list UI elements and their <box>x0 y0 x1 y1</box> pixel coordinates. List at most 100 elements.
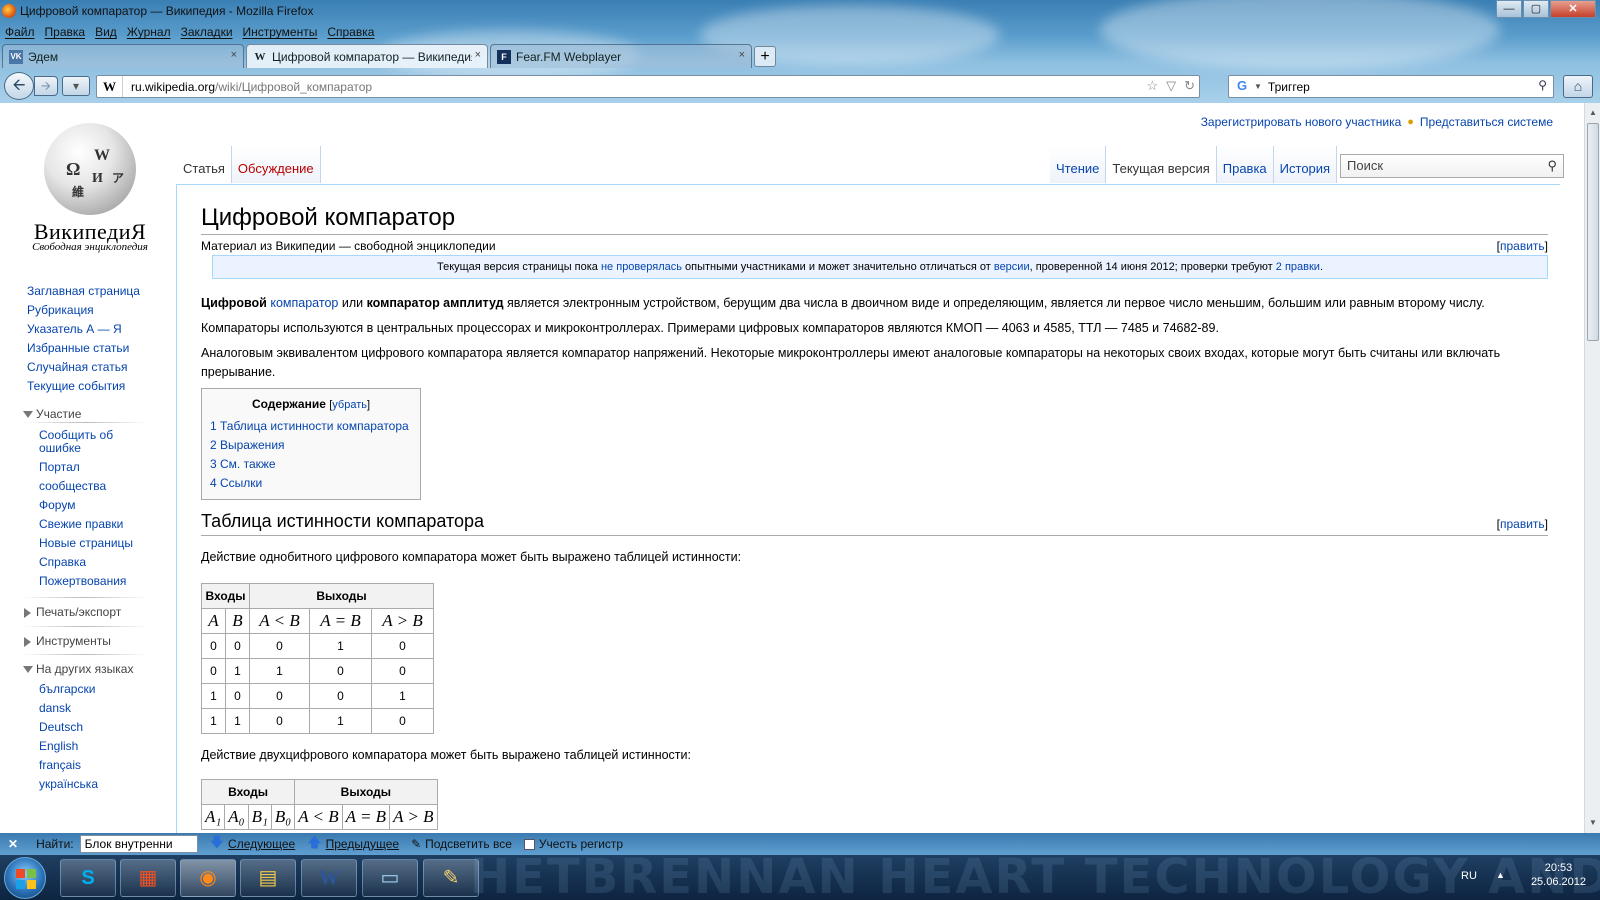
taskbar-windows-live-icon[interactable]: ▦ <box>120 859 176 897</box>
close-window-button[interactable]: ✕ <box>1550 0 1596 18</box>
find-previous-button[interactable]: 🡅 Предыдущее <box>307 832 399 856</box>
site-identity-icon[interactable]: W <box>97 76 123 97</box>
tab-fearfm[interactable]: F Fear.FM Webplayer × <box>490 44 752 68</box>
tab-edit[interactable]: Правка <box>1216 146 1274 183</box>
wikipedia-logo[interactable]: Ω W И 維 ア <box>36 123 140 219</box>
search-icon[interactable]: ⚲ <box>1547 158 1557 174</box>
menu-view[interactable]: Вид <box>90 25 122 39</box>
version-link[interactable]: версии <box>994 261 1030 273</box>
sidebar-item-main-page[interactable]: Заглавная страница <box>27 282 167 301</box>
scroll-down-icon[interactable]: ▼ <box>1585 815 1600 831</box>
sidebar-item-help[interactable]: Справка <box>39 553 149 572</box>
language-indicator[interactable]: RU <box>1461 870 1477 882</box>
highlighter-icon: ✎ <box>411 837 422 851</box>
bookmark-star-icon[interactable]: ☆ <box>1146 78 1158 94</box>
register-link[interactable]: Зарегистрировать нового участника <box>1201 115 1402 129</box>
sidebar-item-report-error[interactable]: Сообщить об ошибке <box>39 426 149 458</box>
highlight-all-button[interactable]: ✎ Подсветить все <box>411 837 512 851</box>
tab-current-version[interactable]: Текущая версия <box>1106 146 1217 183</box>
taskbar-paint-icon[interactable]: ✎ <box>423 859 479 897</box>
toc-item[interactable]: 3 См. также <box>210 455 412 474</box>
system-clock[interactable]: 20:53 25.06.2012 <box>1531 861 1586 889</box>
match-case-checkbox[interactable]: Учесть регистр <box>523 837 623 851</box>
find-input[interactable] <box>79 835 198 853</box>
menu-file[interactable]: Файл <box>0 25 40 39</box>
find-next-button[interactable]: 🡇 Следующее <box>210 832 296 856</box>
home-icon[interactable]: ⌂ <box>1563 75 1593 98</box>
tab-wikipedia[interactable]: W Цифровой компаратор — Википедия × <box>246 44 488 68</box>
start-button[interactable] <box>4 857 46 899</box>
browser-search-input[interactable]: Триггер <box>1268 80 1310 94</box>
toc-toggle-link[interactable]: убрать <box>332 399 367 411</box>
toc-item[interactable]: 2 Выражения <box>210 436 412 455</box>
toc-toggle[interactable]: [убрать] <box>329 399 370 411</box>
comparator-link[interactable]: компаратор <box>270 296 338 310</box>
back-arrow-icon[interactable]: 🡨 <box>4 72 34 100</box>
toc-item[interactable]: 1 Таблица истинности компаратора <box>210 417 412 436</box>
sidebar-lang-da[interactable]: dansk <box>39 699 149 718</box>
taskbar-firefox-icon[interactable]: ◉ <box>180 859 236 897</box>
sidebar-lang-uk[interactable]: українська <box>39 775 149 794</box>
sidebar-item-random[interactable]: Случайная статья <box>27 358 167 377</box>
sidebar-item-index[interactable]: Указатель А — Я <box>27 320 167 339</box>
google-icon[interactable]: G <box>1232 78 1252 96</box>
tray-expand-icon[interactable]: ▲ <box>1496 870 1505 880</box>
menu-help[interactable]: Справка <box>322 25 379 39</box>
sidebar-lang-de[interactable]: Deutsch <box>39 718 149 737</box>
sidebar-item-new-pages[interactable]: Новые страницы <box>39 534 149 553</box>
scrollbar-thumb[interactable] <box>1587 123 1599 341</box>
checkbox-icon[interactable] <box>523 838 535 850</box>
sidebar-item-categories[interactable]: Рубрикация <box>27 301 167 320</box>
url-dropdown-icon[interactable]: ▽ <box>1166 78 1176 94</box>
reload-icon[interactable]: ↻ <box>1184 78 1195 94</box>
sidebar-lang-en[interactable]: English <box>39 737 149 756</box>
scroll-up-icon[interactable]: ▲ <box>1585 105 1600 121</box>
close-tab-icon[interactable]: × <box>475 49 481 61</box>
minimize-button[interactable]: — <box>1496 0 1522 18</box>
engine-dropdown-icon[interactable]: ▼ <box>1254 82 1262 91</box>
vertical-scrollbar[interactable]: ▲ ▼ <box>1584 103 1600 833</box>
portal-heading-print[interactable]: Печать/экспорт <box>21 604 149 620</box>
edit-link[interactable]: править <box>1500 239 1545 253</box>
menu-edit[interactable]: Правка <box>40 25 91 39</box>
history-dropdown-icon[interactable]: ▾ <box>62 76 90 96</box>
tab-discussion[interactable]: Обсуждение <box>231 146 321 183</box>
portal-heading-languages[interactable]: На других языках <box>21 661 149 677</box>
tab-read[interactable]: Чтение <box>1050 146 1107 183</box>
sidebar-item-community-portal[interactable]: Портал сообщества <box>39 458 149 496</box>
sidebar-item-donate[interactable]: Пожертвования <box>39 572 149 591</box>
menu-bookmarks[interactable]: Закладки <box>176 25 238 39</box>
portal-heading-tools[interactable]: Инструменты <box>21 633 149 649</box>
taskbar-image-viewer-icon[interactable]: ▭ <box>362 859 418 897</box>
taskbar-word-icon[interactable]: W <box>301 859 357 897</box>
sidebar-item-forum[interactable]: Форум <box>39 496 149 515</box>
forward-arrow-icon[interactable]: 🡪 <box>34 76 58 96</box>
close-tab-icon[interactable]: × <box>231 49 237 61</box>
login-link[interactable]: Представиться системе <box>1420 115 1553 129</box>
tab-edem[interactable]: VK Эдем × <box>2 44 244 68</box>
toc-item[interactable]: 4 Ссылки <box>210 474 412 493</box>
search-icon[interactable]: ⚲ <box>1538 78 1547 92</box>
close-find-bar-icon[interactable]: ✕ <box>8 837 18 851</box>
tab-article[interactable]: Статья <box>177 146 232 183</box>
sidebar-lang-fr[interactable]: français <box>39 756 149 775</box>
close-tab-icon[interactable]: × <box>739 49 745 61</box>
wiki-search-input[interactable]: Поиск ⚲ <box>1340 154 1564 178</box>
maximize-button[interactable]: ▢ <box>1523 0 1549 18</box>
menu-tools[interactable]: Инструменты <box>238 25 323 39</box>
sidebar-lang-bg[interactable]: български <box>39 680 149 699</box>
browser-search-bar[interactable]: G ▼ Триггер ⚲ <box>1228 75 1554 98</box>
new-tab-button[interactable]: + <box>754 46 776 67</box>
unchecked-link[interactable]: не проверялась <box>601 261 682 273</box>
edit-link[interactable]: править <box>1500 517 1545 531</box>
taskbar-skype-icon[interactable]: S <box>60 859 116 897</box>
tab-history[interactable]: История <box>1273 146 1338 183</box>
sidebar-item-recent-changes[interactable]: Свежие правки <box>39 515 149 534</box>
sidebar-item-featured[interactable]: Избранные статьи <box>27 339 167 358</box>
sidebar-item-current-events[interactable]: Текущие события <box>27 377 167 396</box>
menu-history[interactable]: Журнал <box>122 25 176 39</box>
pending-edits-link[interactable]: 2 правки <box>1276 261 1320 273</box>
portal-heading-participation[interactable]: Участие <box>21 406 149 422</box>
url-bar[interactable]: W ru.wikipedia.org/wiki/Цифровой_компара… <box>96 75 1200 98</box>
taskbar-explorer-icon[interactable]: ▤ <box>240 859 296 897</box>
